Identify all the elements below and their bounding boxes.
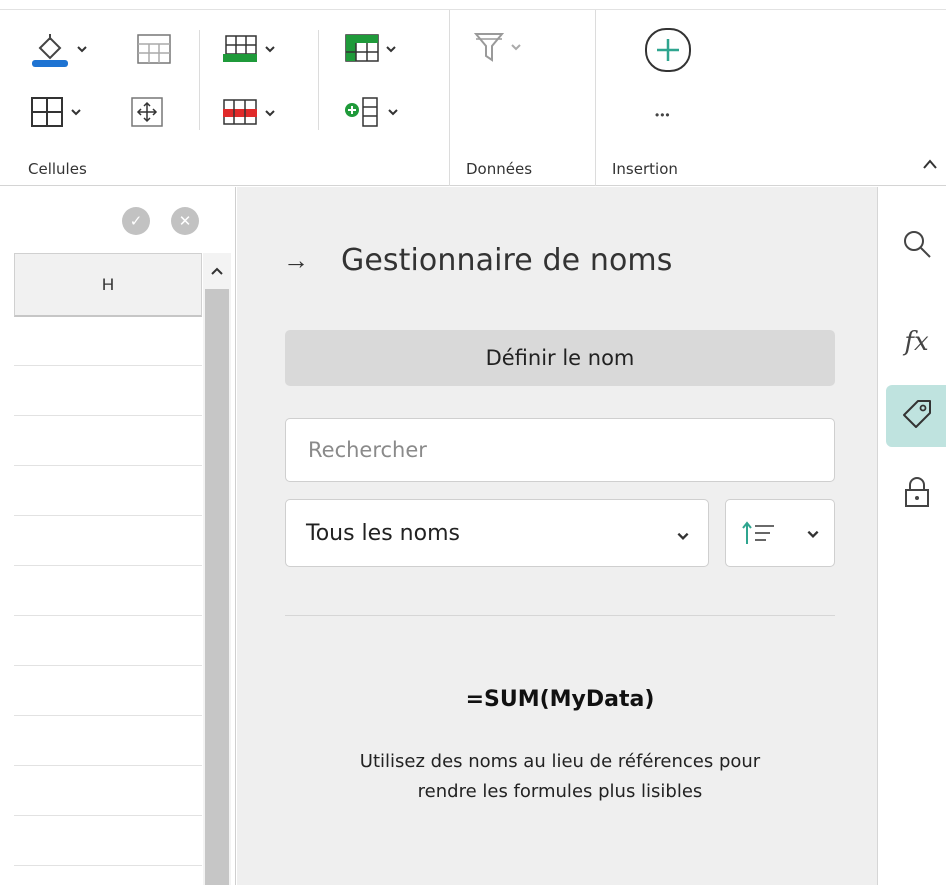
chevron-down-icon [264, 107, 276, 119]
scroll-up-button[interactable] [203, 253, 231, 289]
row-divider [14, 615, 202, 616]
insert-cell-icon [343, 96, 381, 128]
insert-rows-button[interactable] [222, 34, 276, 64]
spreadsheet-area: ✓ ✕ H [0, 187, 236, 885]
chevron-down-icon [387, 106, 399, 118]
vertical-scrollbar-thumb[interactable] [205, 289, 229, 885]
cell-format-button[interactable] [137, 34, 171, 64]
delete-table-icon [222, 98, 258, 128]
filter-icon [474, 30, 504, 64]
define-name-button[interactable]: Définir le nom [285, 330, 835, 386]
confirm-formula-button[interactable]: ✓ [122, 207, 150, 235]
hint-line: rendre les formules plus lisibles [417, 781, 703, 802]
row-divider [14, 815, 202, 816]
chevron-down-icon [806, 527, 820, 546]
ribbon-separator [595, 10, 596, 186]
plus-circle-icon [642, 27, 694, 73]
panel-divider [285, 615, 835, 616]
row-divider [14, 415, 202, 416]
cell-grid[interactable] [14, 317, 202, 885]
function-icon: fx [904, 327, 929, 357]
panel-title: Gestionnaire de noms [341, 243, 673, 278]
row-divider [14, 715, 202, 716]
hint-line: Utilisez des noms au lieu de références … [359, 751, 761, 772]
row-divider [14, 865, 202, 866]
delete-rows-button[interactable] [222, 98, 276, 128]
chevron-down-icon [510, 41, 522, 53]
cancel-formula-button[interactable]: ✕ [171, 207, 199, 235]
collapse-ribbon-button[interactable] [922, 154, 938, 175]
row-divider [14, 665, 202, 666]
side-rail: fx [877, 187, 946, 885]
names-filter-dropdown[interactable]: Tous les noms [285, 499, 709, 567]
borders-button[interactable] [30, 96, 82, 128]
ribbon-toolbar: ••• Cellules Données Insertion [0, 0, 946, 186]
move-cell-button[interactable] [130, 96, 164, 128]
row-divider [14, 515, 202, 516]
chevron-up-icon [211, 267, 223, 275]
rail-function-button[interactable]: fx [886, 311, 946, 373]
tag-icon [900, 397, 934, 436]
cell-grid-icon [137, 34, 171, 64]
rail-names-button[interactable] [886, 385, 946, 447]
rail-search-button[interactable] [886, 215, 946, 277]
search-input[interactable]: Rechercher [285, 418, 835, 482]
borders-icon [30, 96, 64, 128]
group-label-insert: Insertion [612, 160, 678, 178]
ribbon-separator [449, 10, 450, 186]
sort-button[interactable] [725, 499, 835, 567]
insert-cell-button[interactable] [343, 96, 399, 128]
row-divider [14, 765, 202, 766]
chevron-down-icon [676, 524, 690, 549]
ribbon-separator [318, 30, 319, 130]
lock-icon [902, 475, 932, 514]
insert-table-icon [222, 34, 258, 64]
group-label-data: Données [466, 160, 533, 178]
ribbon-separator [199, 30, 200, 130]
table-style-button[interactable] [345, 34, 397, 64]
empty-state-hint: Utilisez des noms au lieu de références … [285, 747, 835, 807]
table-style-icon [345, 34, 379, 64]
chevron-up-icon [923, 159, 937, 169]
chevron-down-icon [264, 43, 276, 55]
check-icon: ✓ [129, 213, 143, 230]
rail-protect-button[interactable] [886, 463, 946, 525]
search-placeholder: Rechercher [308, 438, 427, 462]
collapse-panel-button[interactable]: → [283, 245, 309, 276]
row-divider [14, 565, 202, 566]
insert-more-button[interactable]: ••• [655, 108, 671, 122]
filter-button[interactable] [474, 30, 522, 64]
filter-value: Tous les noms [306, 520, 460, 546]
fill-color-button[interactable] [30, 30, 88, 68]
column-header-h[interactable]: H [14, 253, 202, 317]
row-divider [14, 465, 202, 466]
move-cell-icon [130, 96, 164, 128]
chevron-down-icon [76, 43, 88, 55]
row-divider [14, 365, 202, 366]
more-icon: ••• [655, 108, 671, 122]
sort-icon [742, 520, 776, 551]
formula-example: =SUM(MyData) [465, 687, 655, 712]
close-icon: ✕ [178, 213, 192, 230]
search-icon [902, 229, 932, 264]
fill-color-icon [30, 30, 70, 68]
chevron-down-icon [385, 43, 397, 55]
chevron-down-icon [70, 106, 82, 118]
group-label-cells: Cellules [28, 160, 87, 178]
insert-button[interactable] [642, 27, 694, 73]
name-manager-panel: → Gestionnaire de noms Définir le nom Re… [237, 187, 877, 885]
ribbon-top-border [0, 0, 946, 10]
